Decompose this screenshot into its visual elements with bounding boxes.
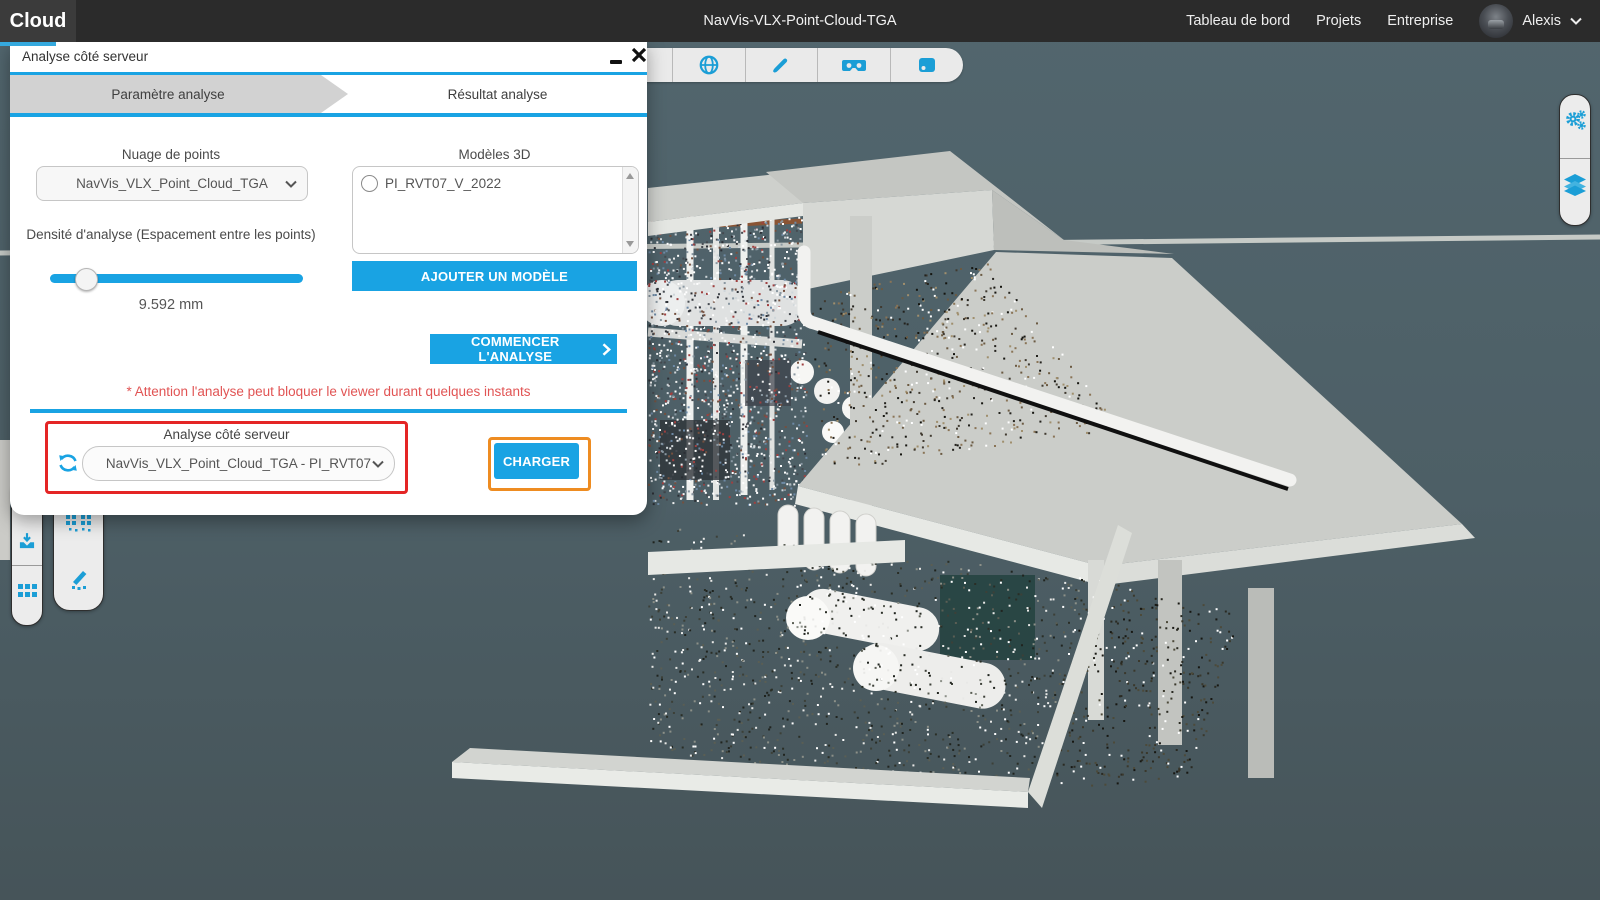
chevron-down-icon [1570, 17, 1582, 25]
chevron-down-icon [372, 460, 384, 468]
divider [1560, 158, 1590, 159]
vr-button[interactable] [818, 48, 891, 82]
point-cloud-select[interactable]: NavVis_VLX_Point_Cloud_TGA [36, 166, 308, 201]
slider-handle[interactable] [75, 268, 98, 291]
minimize-button[interactable] [608, 46, 624, 64]
annotate-pen-icon [67, 566, 91, 590]
dialog-tabs: Paramètre analyse Résultat analyse [10, 75, 647, 113]
divider [30, 409, 627, 413]
chevron-down-icon [285, 180, 297, 188]
dialog-title: Analyse côté serveur [22, 49, 148, 64]
models3d-label: Modèles 3D [352, 147, 637, 162]
server-analysis-highlight: Analyse côté serveur NavVis_VLX_Point_Cl… [45, 421, 408, 494]
start-analysis-button[interactable]: COMMENCER L'ANALYSE [430, 334, 617, 364]
charger-highlight: CHARGER [488, 437, 591, 491]
accent-strip [0, 42, 56, 46]
right-toolbar [1559, 94, 1591, 226]
close-icon [630, 46, 648, 64]
avatar[interactable] [1479, 4, 1513, 38]
radio-icon[interactable] [361, 175, 378, 192]
grid-button[interactable] [12, 573, 42, 609]
globe-button[interactable] [673, 48, 746, 82]
viewer-3d-canvas[interactable]: NavVis-VLX-Point-Cloud-TGA Cloud Tableau… [0, 0, 1600, 900]
user-name: Alexis [1522, 13, 1561, 29]
model-option[interactable]: PI_RVT07_V_2022 [361, 175, 501, 192]
models3d-listbox: PI_RVT07_V_2022 [352, 166, 639, 254]
density-value: 9.592 mm [20, 297, 322, 313]
snapshot-icon [917, 55, 937, 75]
scroll-down-icon[interactable] [626, 241, 634, 247]
settings-gears-icon [1563, 108, 1587, 132]
paint-button[interactable] [746, 48, 819, 82]
add-model-button[interactable]: AJOUTER UN MODÈLE [352, 261, 637, 291]
top-bar: NavVis-VLX-Point-Cloud-TGA Cloud Tableau… [0, 0, 1600, 42]
tab-resultat-analyse[interactable]: Résultat analyse [348, 75, 647, 113]
brush-icon [770, 54, 792, 76]
scene-settings-button[interactable] [1560, 103, 1590, 137]
point-cloud-label: Nuage de points [36, 147, 306, 162]
nav-dashboard[interactable]: Tableau de bord [1186, 13, 1290, 29]
nav-company[interactable]: Entreprise [1387, 13, 1453, 29]
layers-button[interactable] [1560, 167, 1590, 203]
server-analysis-label: Analyse côté serveur [48, 427, 405, 442]
scroll-up-icon[interactable] [626, 173, 634, 179]
listbox-scrollbar[interactable] [622, 167, 638, 253]
server-analysis-select[interactable]: NavVis_VLX_Point_Cloud_TGA - PI_RVT07 [82, 446, 395, 481]
globe-icon [698, 54, 720, 76]
analysis-warning: * Attention l'analyse peut bloquer le vi… [10, 384, 647, 399]
layers-icon [1563, 174, 1587, 196]
annotate-button[interactable] [54, 559, 103, 597]
tab-parametre-analyse[interactable]: Paramètre analyse [10, 75, 348, 113]
user-menu[interactable]: Alexis [1479, 4, 1582, 38]
analysis-dialog: Analyse côté serveur Paramètre analyse R… [10, 42, 647, 515]
density-slider[interactable] [50, 274, 303, 283]
close-button[interactable] [630, 46, 648, 64]
viewer-toolbar [600, 48, 963, 82]
point-cloud-dots-icon [66, 515, 92, 534]
refresh-button[interactable] [56, 451, 80, 475]
vr-headset-icon [842, 54, 866, 76]
divider [10, 113, 647, 117]
chevron-right-icon [602, 343, 611, 356]
download-icon [17, 531, 37, 551]
nav-projects[interactable]: Projets [1316, 13, 1361, 29]
refresh-icon [56, 451, 80, 475]
snapshot-button[interactable] [891, 48, 963, 82]
divider [12, 565, 42, 566]
download-button[interactable] [12, 523, 42, 559]
app-logo[interactable]: Cloud [0, 0, 76, 42]
grid-icon [18, 584, 37, 598]
charger-button[interactable]: CHARGER [494, 443, 579, 479]
minimize-icon [610, 60, 622, 64]
density-label: Densité d'analyse (Espacement entre les … [20, 225, 322, 246]
